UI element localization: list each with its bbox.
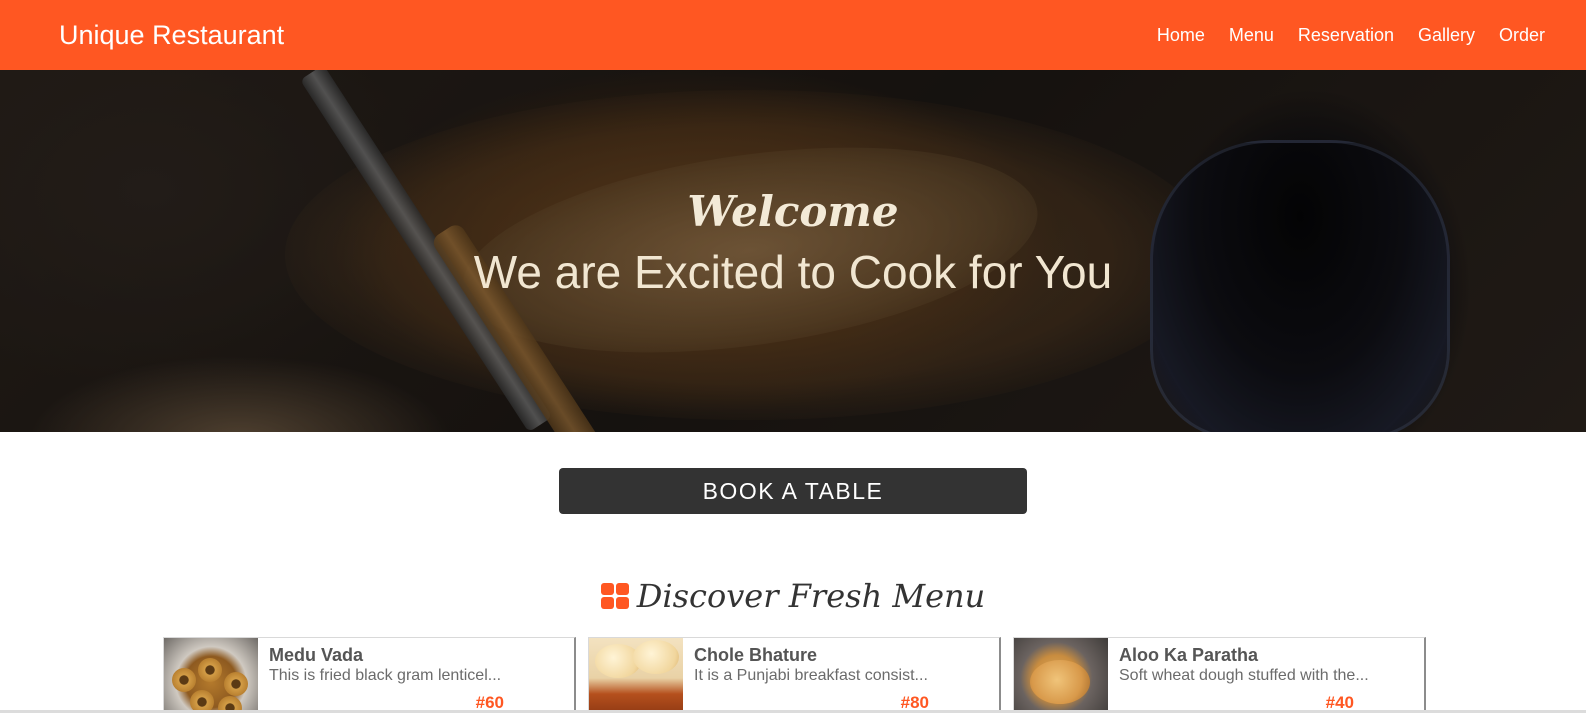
nav-link-menu[interactable]: Menu bbox=[1229, 25, 1274, 46]
grid-icon bbox=[600, 583, 629, 609]
menu-section-heading: Discover Fresh Menu bbox=[0, 576, 1586, 616]
hero-banner: Welcome We are Excited to Cook for You bbox=[0, 70, 1586, 432]
menu-item-description: This is fried black gram lenticel... bbox=[269, 667, 502, 684]
menu-item-description: Soft wheat dough stuffed with the... bbox=[1119, 667, 1369, 684]
menu-card-body: Medu Vada This is fried black gram lenti… bbox=[258, 638, 574, 713]
nav-link-order[interactable]: Order bbox=[1499, 25, 1545, 46]
menu-section-title: Discover Fresh Menu bbox=[636, 577, 986, 615]
page: Unique Restaurant Home Menu Reservation … bbox=[0, 0, 1586, 713]
nav-link-reservation[interactable]: Reservation bbox=[1298, 25, 1394, 46]
menu-card-medu-vada[interactable]: Medu Vada This is fried black gram lenti… bbox=[163, 637, 576, 713]
menu-item-name: Aloo Ka Paratha bbox=[1119, 645, 1259, 665]
hero-tagline: We are Excited to Cook for You bbox=[473, 246, 1113, 298]
menu-item-name: Medu Vada bbox=[269, 645, 364, 665]
nav-link-home[interactable]: Home bbox=[1157, 25, 1205, 46]
menu-card-body: Chole Bhature It is a Punjabi breakfast … bbox=[683, 638, 999, 713]
menu-card-aloo-ka-paratha[interactable]: Aloo Ka Paratha Soft wheat dough stuffed… bbox=[1013, 637, 1426, 713]
aloo-ka-paratha-image bbox=[1014, 638, 1108, 713]
menu-card-body: Aloo Ka Paratha Soft wheat dough stuffed… bbox=[1108, 638, 1424, 713]
hero-welcome-heading: Welcome bbox=[687, 187, 899, 236]
menu-item-name: Chole Bhature bbox=[694, 645, 818, 665]
chole-bhature-image bbox=[589, 638, 683, 713]
menu-cards: Medu Vada This is fried black gram lenti… bbox=[163, 637, 1426, 713]
hero-text: Welcome We are Excited to Cook for You bbox=[0, 188, 1586, 300]
brand-logo-link[interactable]: Unique Restaurant bbox=[59, 20, 284, 51]
book-table-button[interactable]: BOOK A TABLE bbox=[559, 468, 1027, 514]
medu-vada-image bbox=[164, 638, 258, 713]
nav-link-gallery[interactable]: Gallery bbox=[1418, 25, 1475, 46]
navbar: Unique Restaurant Home Menu Reservation … bbox=[0, 0, 1586, 70]
menu-item-description: It is a Punjabi breakfast consist... bbox=[694, 667, 928, 684]
nav-links: Home Menu Reservation Gallery Order bbox=[1157, 25, 1545, 46]
menu-card-chole-bhature[interactable]: Chole Bhature It is a Punjabi breakfast … bbox=[588, 637, 1001, 713]
